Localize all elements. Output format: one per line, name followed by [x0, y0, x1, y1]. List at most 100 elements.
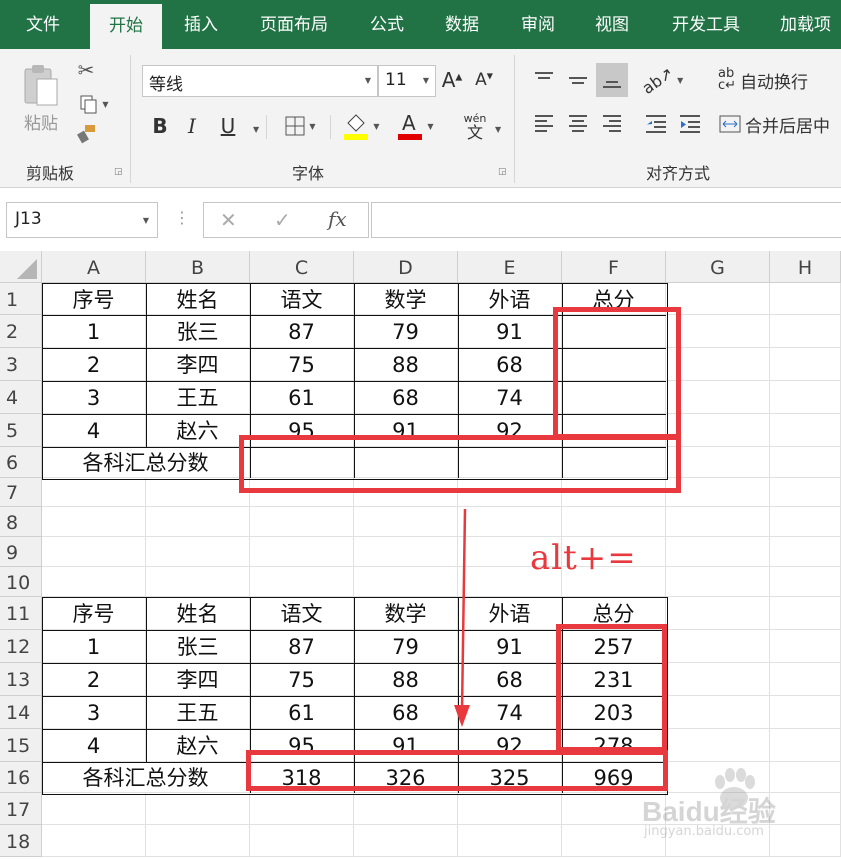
table1-data-cell[interactable]: 1	[42, 315, 146, 348]
copy-button[interactable]: ▼	[72, 91, 116, 117]
tab-file[interactable]: 文件	[6, 0, 80, 49]
table2-header-cell[interactable]: 总分	[562, 597, 666, 630]
table1-data-cell[interactable]: 91	[458, 315, 562, 348]
tab-review[interactable]: 审阅	[508, 0, 568, 49]
select-all-corner[interactable]	[0, 251, 42, 283]
cell[interactable]	[42, 567, 146, 597]
cell[interactable]	[666, 478, 770, 507]
cell[interactable]	[250, 478, 354, 507]
cell[interactable]	[770, 478, 841, 507]
cell[interactable]	[354, 567, 458, 597]
table2-data-cell[interactable]: 87	[250, 630, 354, 663]
bold-button[interactable]: B	[148, 111, 172, 141]
table1-total-cell[interactable]	[250, 447, 354, 478]
table1-data-cell[interactable]: 3	[42, 381, 146, 414]
format-painter-button[interactable]	[72, 121, 100, 147]
table2-data-cell[interactable]: 92	[458, 729, 562, 762]
cell[interactable]	[250, 537, 354, 567]
fill-color-button[interactable]: ▼	[338, 109, 384, 143]
cell[interactable]	[354, 825, 458, 857]
row-header-3[interactable]: 3	[0, 348, 42, 381]
table2-data-cell[interactable]: 2	[42, 663, 146, 696]
cell[interactable]	[770, 283, 841, 315]
merge-center-button[interactable]: 合并后居中	[718, 107, 841, 141]
cell[interactable]	[770, 729, 841, 762]
orientation-button[interactable]: ab↗ ▼	[638, 63, 684, 98]
middle-align-button[interactable]	[562, 63, 594, 97]
column-header-c[interactable]: C	[250, 251, 354, 283]
cell[interactable]	[42, 537, 146, 567]
table2-data-cell[interactable]: 88	[354, 663, 458, 696]
table2-header-cell[interactable]: 语文	[250, 597, 354, 630]
cell[interactable]	[354, 478, 458, 507]
table1-data-cell[interactable]	[562, 381, 666, 414]
table1-total-label-cell[interactable]: 各科汇总分数	[42, 447, 250, 478]
top-align-button[interactable]	[528, 63, 560, 97]
cell[interactable]	[666, 348, 770, 381]
row-header-7[interactable]: 7	[0, 478, 42, 507]
column-header-e[interactable]: E	[458, 251, 562, 283]
cell[interactable]	[770, 507, 841, 537]
table1-data-cell[interactable]: 赵六	[146, 414, 250, 447]
table2-data-cell[interactable]: 91	[354, 729, 458, 762]
row-header-17[interactable]: 17	[0, 793, 42, 825]
decrease-font-size-button[interactable]: A▼	[472, 65, 496, 95]
row-header-11[interactable]: 11	[0, 597, 42, 630]
cell[interactable]	[666, 507, 770, 537]
table1-data-cell[interactable]: 61	[250, 381, 354, 414]
tab-home[interactable]: 开始	[90, 4, 162, 49]
tab-view[interactable]: 视图	[582, 0, 642, 49]
cell[interactable]	[666, 729, 770, 762]
table2-header-cell[interactable]: 姓名	[146, 597, 250, 630]
table1-data-cell[interactable]: 王五	[146, 381, 250, 414]
cell[interactable]	[666, 283, 770, 315]
cell[interactable]	[146, 567, 250, 597]
cell[interactable]	[770, 414, 841, 447]
font-name-select[interactable]: 等线 ▼	[142, 65, 378, 97]
cell[interactable]	[458, 478, 562, 507]
phonetic-dropdown-icon[interactable]: ▼	[495, 125, 501, 134]
table2-data-cell[interactable]: 61	[250, 696, 354, 729]
row-header-8[interactable]: 8	[0, 507, 42, 537]
row-header-5[interactable]: 5	[0, 414, 42, 447]
table2-total-cell[interactable]: 325	[458, 762, 562, 793]
table2-header-cell[interactable]: 序号	[42, 597, 146, 630]
cell[interactable]	[770, 315, 841, 348]
cell[interactable]	[354, 507, 458, 537]
table1-data-cell[interactable]: 75	[250, 348, 354, 381]
cell[interactable]	[770, 696, 841, 729]
table2-data-cell[interactable]: 1	[42, 630, 146, 663]
table2-header-cell[interactable]: 数学	[354, 597, 458, 630]
cell[interactable]	[770, 381, 841, 414]
tab-insert[interactable]: 插入	[168, 0, 234, 49]
cell[interactable]	[250, 567, 354, 597]
cut-button[interactable]: ✂	[72, 57, 100, 83]
tab-data[interactable]: 数据	[432, 0, 492, 49]
tab-developer[interactable]: 开发工具	[660, 0, 752, 49]
table2-data-cell[interactable]: 4	[42, 729, 146, 762]
cell[interactable]	[562, 478, 666, 507]
row-header-10[interactable]: 10	[0, 567, 42, 597]
row-header-4[interactable]: 4	[0, 381, 42, 414]
table2-data-cell[interactable]: 79	[354, 630, 458, 663]
cell[interactable]	[770, 447, 841, 478]
font-color-button[interactable]: A ▼	[392, 109, 438, 143]
formula-input[interactable]	[371, 202, 841, 238]
cell[interactable]	[666, 567, 770, 597]
table2-data-cell[interactable]: 278	[562, 729, 666, 762]
table2-data-cell[interactable]: 68	[354, 696, 458, 729]
cell[interactable]	[666, 537, 770, 567]
table2-total-cell[interactable]: 318	[250, 762, 354, 793]
table1-data-cell[interactable]	[562, 315, 666, 348]
table1-data-cell[interactable]: 74	[458, 381, 562, 414]
name-box[interactable]: J13 ▼	[6, 202, 158, 238]
table2-total-label-cell[interactable]: 各科汇总分数	[42, 762, 250, 793]
cell[interactable]	[666, 447, 770, 478]
tab-page-layout[interactable]: 页面布局	[246, 0, 342, 49]
italic-button[interactable]: I	[180, 111, 204, 141]
cell[interactable]	[458, 793, 562, 825]
cell[interactable]	[562, 507, 666, 537]
table2-data-cell[interactable]: 3	[42, 696, 146, 729]
column-header-a[interactable]: A	[42, 251, 146, 283]
cell[interactable]	[666, 696, 770, 729]
